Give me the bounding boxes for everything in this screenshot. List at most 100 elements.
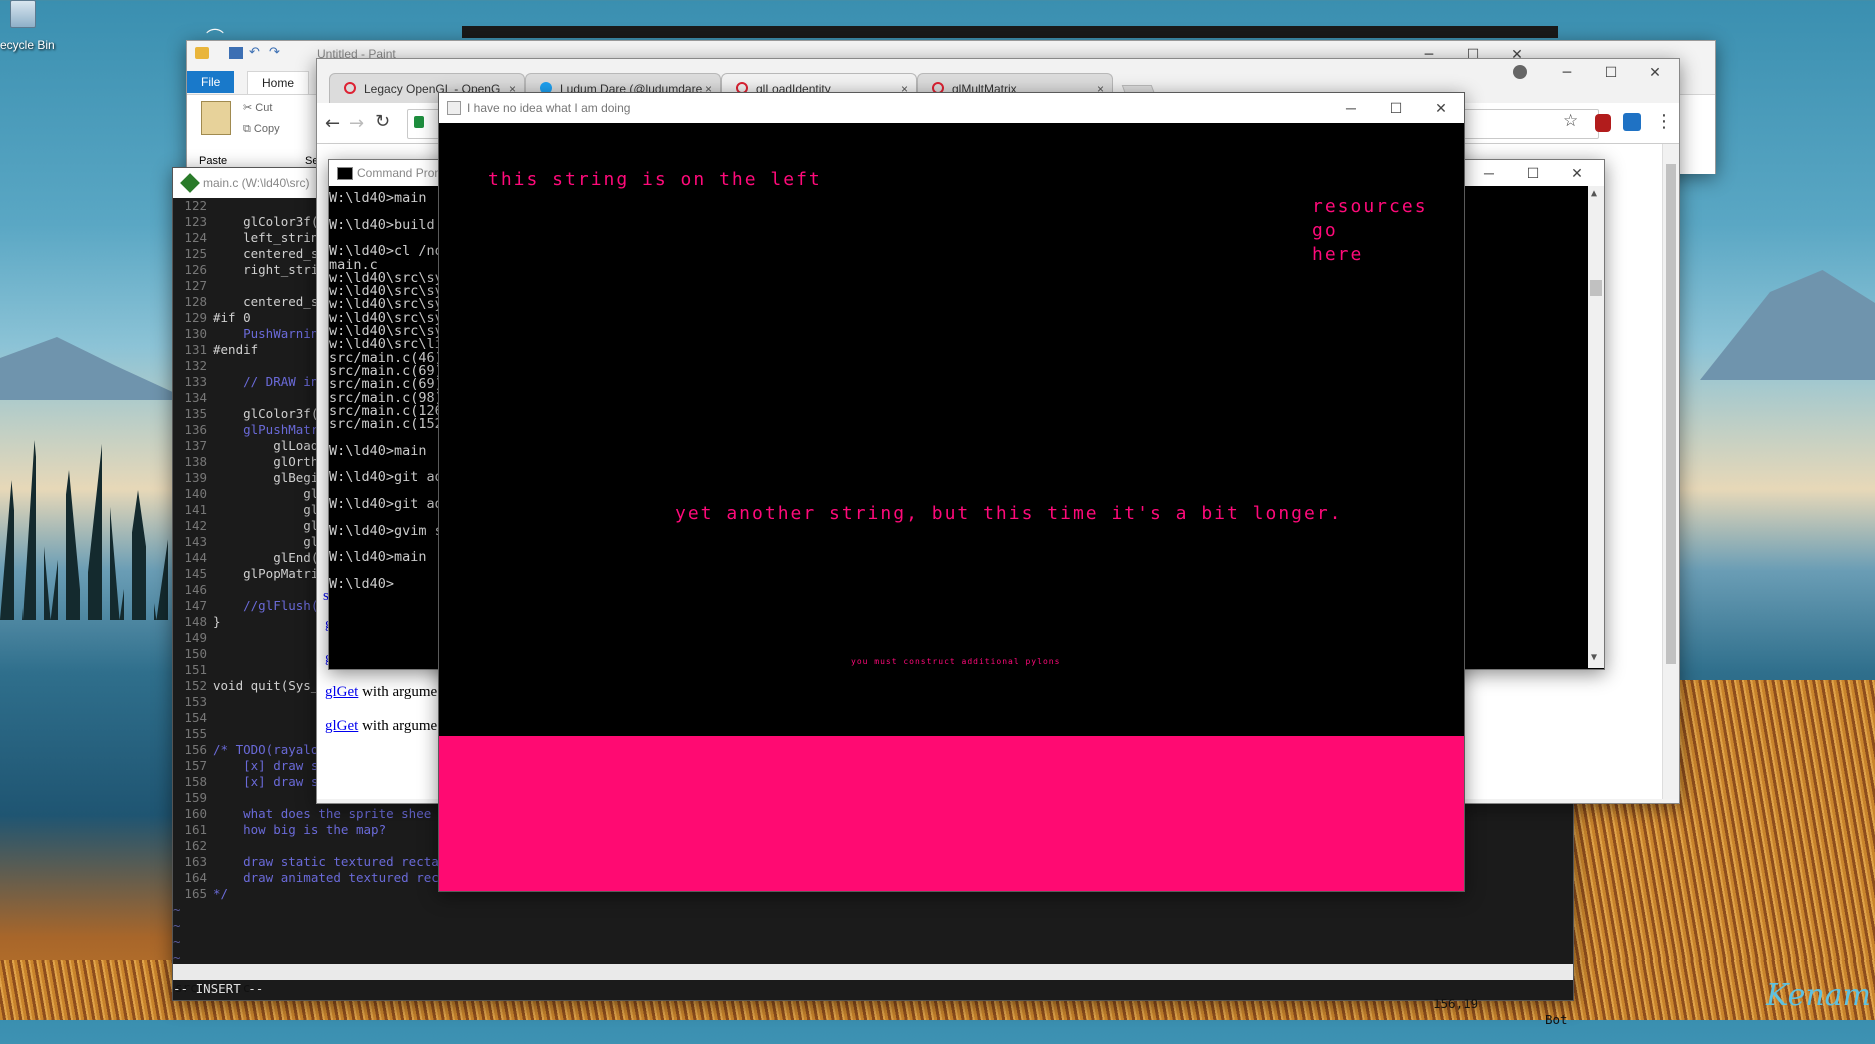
line-number: 160 xyxy=(184,806,207,821)
line-number: 165 xyxy=(184,886,207,901)
line-number: 149 xyxy=(184,630,207,645)
line-number: 163 xyxy=(184,854,207,869)
resources-line: here xyxy=(1312,244,1364,265)
line-number: 141 xyxy=(184,502,207,517)
tab-home[interactable]: Home xyxy=(247,71,310,94)
desktop-mountain xyxy=(1700,270,1875,380)
line-text: void quit(Sys_ xyxy=(213,678,319,693)
browser-maximize-button[interactable]: ☐ xyxy=(1589,59,1633,87)
paste-icon[interactable] xyxy=(201,101,231,135)
browser-close-button[interactable]: ✕ xyxy=(1633,59,1677,87)
line-number: 162 xyxy=(184,838,207,853)
signature: Kenam xyxy=(1765,978,1871,1013)
line-text: } xyxy=(213,614,221,629)
line-text: gl xyxy=(213,534,319,549)
game-close-button[interactable]: ✕ xyxy=(1419,93,1463,123)
line-text: PushWarnin xyxy=(213,326,319,341)
line-number: 124 xyxy=(184,230,207,245)
scroll-thumb[interactable] xyxy=(1666,164,1676,664)
scroll-down-icon[interactable]: ▼ xyxy=(1591,652,1597,663)
cmd-minimize-button[interactable]: ─ xyxy=(1467,160,1511,186)
line-number: 159 xyxy=(184,790,207,805)
cmd-line: W:\ld40>main xyxy=(329,549,427,566)
line-text: #endif xyxy=(213,342,259,357)
line-number: 154 xyxy=(184,710,207,725)
line-number: 122 xyxy=(184,198,207,213)
cmd-line: W:\ld40>build xyxy=(329,216,435,233)
cmd-line: W:\ld40> xyxy=(329,575,395,592)
line-number: 147 xyxy=(184,598,207,613)
line-number: 143 xyxy=(184,534,207,549)
cut-button[interactable]: ✂ Cut xyxy=(243,101,272,114)
vim-status-position: 156,19 xyxy=(1433,996,1479,1011)
line-text: /* TODO(rayalo xyxy=(213,742,319,757)
vim-empty-line: ~ xyxy=(173,918,181,933)
undo-icon[interactable]: ↶ xyxy=(249,46,263,59)
game-minimize-button[interactable]: ─ xyxy=(1329,93,1373,123)
reload-icon[interactable]: ↻ xyxy=(375,111,390,132)
browser-scrollbar[interactable] xyxy=(1662,144,1679,799)
browser-minimize-button[interactable]: ─ xyxy=(1545,59,1589,87)
line-text: centered_s xyxy=(213,246,319,261)
line-text: glColor3f(( xyxy=(213,406,326,421)
line-text: glBegi xyxy=(213,470,319,485)
line-number: 134 xyxy=(184,390,207,405)
doc-line-text: with argume xyxy=(362,718,438,734)
profile-icon[interactable] xyxy=(1513,65,1527,79)
line-number: 164 xyxy=(184,870,207,885)
line-number: 138 xyxy=(184,454,207,469)
doc-line-text: with argume xyxy=(362,684,438,700)
copy-button[interactable]: ⧉ Copy xyxy=(243,123,280,136)
paste-button[interactable]: Paste xyxy=(199,155,227,167)
line-text: right_stri xyxy=(213,262,319,277)
line-number: 145 xyxy=(184,566,207,581)
line-number: 140 xyxy=(184,486,207,501)
paint-app-icon xyxy=(195,47,209,59)
vim-icon xyxy=(180,173,200,193)
line-text: what does the sprite shee xyxy=(213,806,432,821)
recycle-bin-icon[interactable] xyxy=(2,0,42,34)
line-number: 135 xyxy=(184,406,207,421)
doc-line: glGet with argume xyxy=(325,684,437,701)
line-number: 153 xyxy=(184,694,207,709)
save-icon[interactable] xyxy=(229,47,243,59)
lock-icon xyxy=(414,116,424,128)
line-text: gl xyxy=(213,518,319,533)
game-maximize-button[interactable]: ☐ xyxy=(1374,93,1418,123)
scroll-up-icon[interactable]: ▲ xyxy=(1591,188,1597,199)
game-titlebar: I have no idea what I am doing ─ ☐ ✕ xyxy=(439,93,1464,123)
line-number: 131 xyxy=(184,342,207,357)
app-icon xyxy=(447,101,461,115)
line-text: gl xyxy=(213,502,319,517)
scroll-thumb[interactable] xyxy=(1590,280,1602,296)
line-number: 150 xyxy=(184,646,207,661)
line-number: 161 xyxy=(184,822,207,837)
cmd-close-button[interactable]: ✕ xyxy=(1555,160,1599,186)
line-text: #if 0 xyxy=(213,310,251,325)
line-text: how big is the map? xyxy=(213,822,387,837)
redo-icon[interactable]: ↷ xyxy=(269,46,283,59)
line-text: glEnd( xyxy=(213,550,319,565)
line-number: 155 xyxy=(184,726,207,741)
cmd-maximize-button[interactable]: ☐ xyxy=(1511,160,1555,186)
vim-empty-line: ~ xyxy=(173,934,181,949)
line-number: 151 xyxy=(184,662,207,677)
bookmark-star-icon[interactable]: ☆ xyxy=(1563,111,1578,131)
line-number: 157 xyxy=(184,758,207,773)
recycle-bin-label[interactable]: ecycle Bin xyxy=(0,38,55,52)
forward-icon[interactable]: → xyxy=(349,113,364,134)
back-icon[interactable]: ← xyxy=(325,113,340,134)
line-text: glPopMatri xyxy=(213,566,319,581)
line-number: 130 xyxy=(184,326,207,341)
menu-icon[interactable]: ⋮ xyxy=(1655,111,1673,132)
game-window[interactable]: I have no idea what I am doing ─ ☐ ✕ thi… xyxy=(438,92,1465,892)
game-title: I have no idea what I am doing xyxy=(467,101,631,115)
doc-line: glGet with argume xyxy=(325,718,437,735)
tab-file[interactable]: File xyxy=(187,71,235,93)
extension-icon[interactable] xyxy=(1623,113,1641,131)
glget-link[interactable]: glGet xyxy=(325,718,358,734)
ublock-extension-icon[interactable] xyxy=(1595,114,1611,132)
glget-link[interactable]: glGet xyxy=(325,684,358,700)
copy-label: Copy xyxy=(253,123,280,135)
cmd-scrollbar[interactable]: ▲ ▼ xyxy=(1588,186,1604,668)
